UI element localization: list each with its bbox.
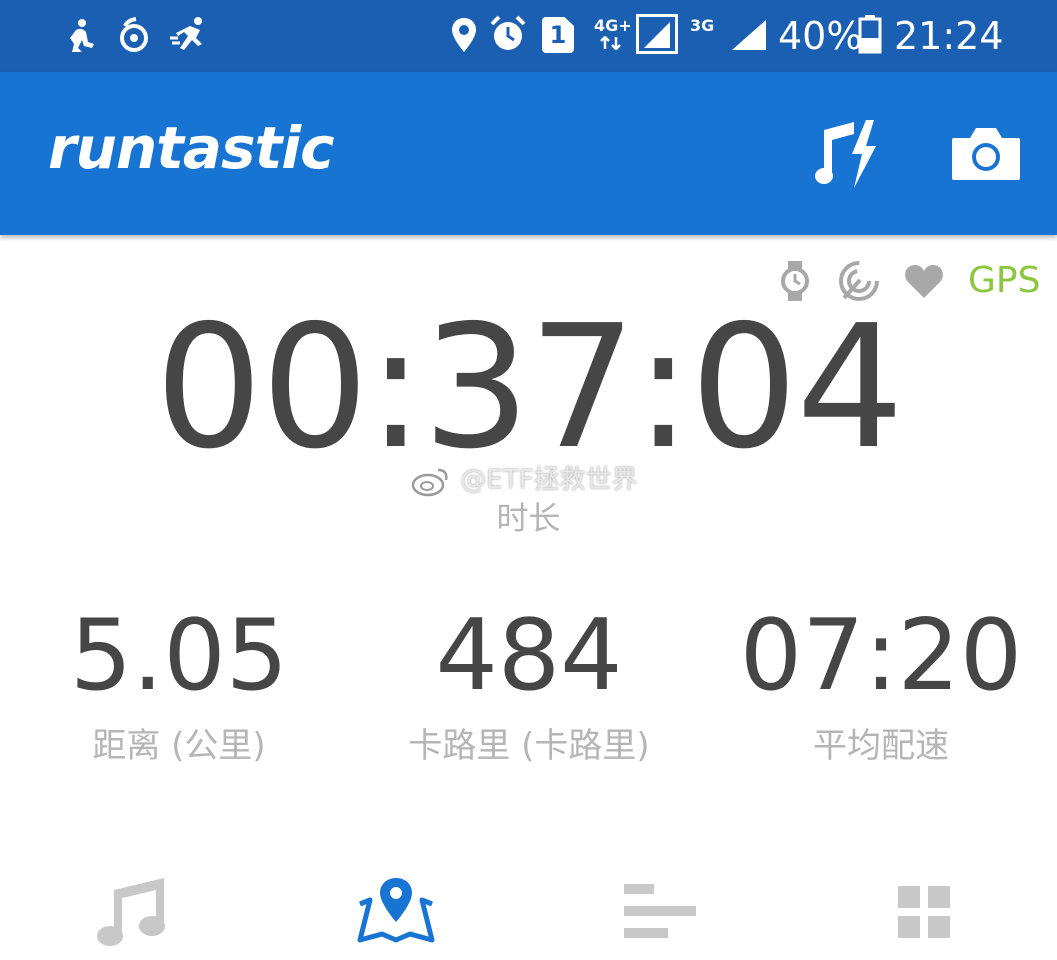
stat-calories: 484 卡路里 (卡路里) <box>353 600 705 768</box>
sim-slot-icon: 1 <box>542 17 574 53</box>
battery-percent: 40% <box>778 14 863 58</box>
nav-stats[interactable] <box>528 866 792 960</box>
duration-value: 00:37:04 <box>154 289 905 487</box>
heart-icon <box>905 265 943 298</box>
nav-grid[interactable] <box>792 866 1056 960</box>
alarm-icon <box>490 15 526 50</box>
watermark: @ETF拯救世界 <box>410 462 638 498</box>
grid-icon <box>898 886 950 938</box>
calories-label: 卡路里 (卡路里) <box>408 726 650 766</box>
map-icon <box>357 878 435 943</box>
battery-icon <box>858 15 882 54</box>
distance-value: 5.05 <box>69 599 289 713</box>
camera-icon[interactable] <box>950 124 1022 182</box>
sim-slot-number: 1 <box>549 21 567 49</box>
location-icon <box>452 18 476 52</box>
stat-distance: 5.05 距离 (公里) <box>3 600 355 768</box>
distance-label: 距离 (公里) <box>92 726 266 766</box>
runtastic-logo: runtastic <box>48 114 335 182</box>
avg-pace-value: 07:20 <box>739 599 1023 713</box>
clock: 21:24 <box>894 14 1004 58</box>
duration-label: 时长 <box>496 499 561 537</box>
status-bar: 1 4G+ 3G 40% 21:24 <box>0 0 1057 72</box>
weibo-icon <box>411 468 448 496</box>
stat-avg-pace: 07:20 平均配速 <box>705 600 1057 768</box>
network-4g-label: 4G+ <box>594 16 632 35</box>
data-arrows-icon <box>600 36 621 50</box>
figure-icon <box>70 19 94 52</box>
signal-3g-icon <box>732 20 766 50</box>
nav-map[interactable] <box>264 866 528 960</box>
avg-pace-label: 平均配速 <box>813 726 949 766</box>
network-3g-label: 3G <box>690 16 715 35</box>
music-icon <box>97 878 165 946</box>
nav-music[interactable] <box>0 866 264 960</box>
music-power-icon[interactable] <box>814 118 878 190</box>
netease-music-icon <box>120 17 148 52</box>
watermark-text: @ETF拯救世界 <box>460 465 638 495</box>
running-app-icon <box>170 17 202 50</box>
calories-value: 484 <box>435 599 623 713</box>
app-bar: runtastic <box>0 72 1057 235</box>
signal-4g-icon <box>636 14 678 54</box>
stats-icon <box>624 884 696 938</box>
